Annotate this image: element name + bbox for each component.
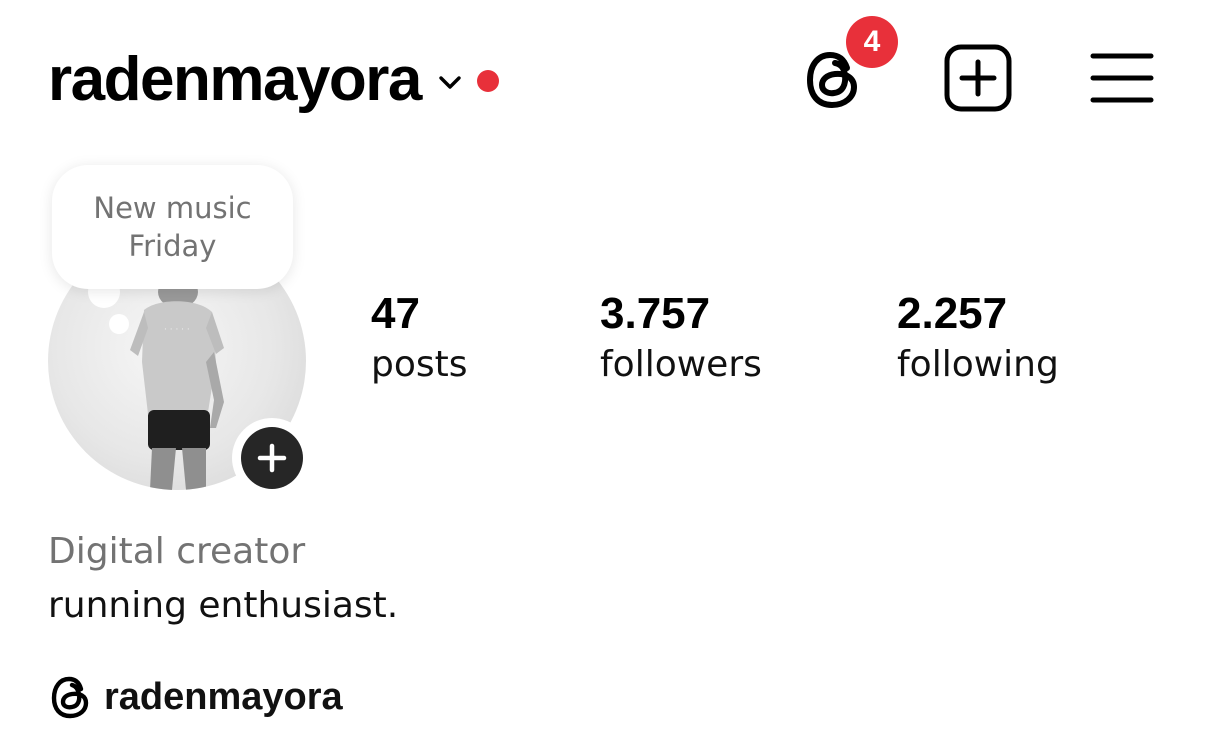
threads-handle: radenmayora bbox=[104, 676, 343, 718]
posts-label: posts bbox=[371, 344, 468, 385]
profile-header: radenmayora 4 bbox=[0, 0, 1205, 150]
svg-text:· · · · ·: · · · · · bbox=[164, 325, 190, 335]
add-story-button[interactable] bbox=[232, 418, 312, 498]
threads-icon bbox=[51, 676, 89, 719]
following-stat[interactable]: 2.257 following bbox=[897, 288, 1059, 390]
posts-stat[interactable]: 47 posts bbox=[371, 288, 468, 390]
hamburger-menu-icon[interactable] bbox=[1090, 50, 1154, 106]
profile-bio: running enthusiast. bbox=[48, 585, 399, 626]
followers-stat[interactable]: 3.757 followers bbox=[600, 288, 762, 390]
posts-count: 47 bbox=[371, 289, 420, 338]
profile-category: Digital creator bbox=[48, 531, 306, 572]
following-label: following bbox=[897, 344, 1059, 385]
note-text: New music Friday bbox=[93, 191, 252, 263]
threads-profile-link[interactable]: radenmayora bbox=[48, 672, 343, 722]
profile-note[interactable]: New music Friday bbox=[52, 165, 293, 289]
plus-square-icon[interactable] bbox=[942, 42, 1014, 114]
following-count: 2.257 bbox=[897, 289, 1008, 338]
notification-badge: 4 bbox=[846, 16, 898, 68]
chevron-down-icon bbox=[439, 76, 461, 89]
account-switcher[interactable]: radenmayora bbox=[48, 40, 499, 120]
profile-username: radenmayora bbox=[48, 45, 422, 114]
note-bubble-tail-small bbox=[109, 314, 129, 334]
followers-count: 3.757 bbox=[600, 289, 711, 338]
unseen-indicator-dot bbox=[476, 70, 499, 92]
followers-label: followers bbox=[600, 344, 762, 385]
plus-icon bbox=[257, 443, 287, 473]
add-story-circle bbox=[241, 427, 303, 489]
